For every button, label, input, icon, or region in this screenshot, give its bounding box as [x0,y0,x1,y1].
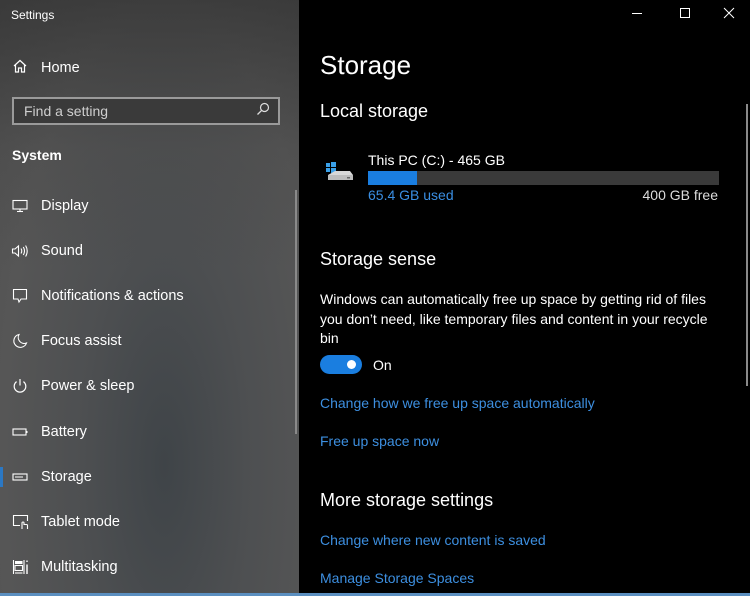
search-input[interactable] [24,103,244,119]
sidebar-item-tablet-mode[interactable]: Tablet mode [0,499,290,544]
sidebar-item-sound[interactable]: Sound [0,228,290,273]
home-label: Home [41,60,80,76]
tablet-mode-icon [11,514,29,530]
close-button[interactable] [715,4,743,26]
search-icon[interactable] [256,102,270,121]
home-icon [12,58,28,79]
manage-storage-spaces-link[interactable]: Manage Storage Spaces [320,570,474,586]
sidebar-item-label: Power & sleep [41,378,135,395]
toggle-knob [347,360,356,369]
local-storage-heading: Local storage [320,101,429,121]
main-content: Storage Local storage This PC (C:) - 465… [299,0,750,593]
drive-name: This PC (C:) - 465 GB [368,152,505,168]
sidebar-item-label: Battery [41,423,87,440]
sidebar-item-label: Tablet mode [41,513,120,530]
sidebar-item-display[interactable]: Display [0,183,290,228]
notifications-icon [11,288,29,304]
more-storage-settings-heading: More storage settings [320,490,494,510]
drive-icon [324,162,354,189]
sidebar-item-battery[interactable]: Battery [0,409,290,454]
display-icon [11,198,29,214]
power-icon [11,378,29,394]
battery-icon [11,424,29,440]
sidebar-item-notifications[interactable]: Notifications & actions [0,273,290,318]
sidebar-item-label: Notifications & actions [41,287,184,304]
section-label-system: System [12,147,62,163]
sound-icon [11,243,29,259]
sidebar: Settings Home System Display Sound [0,0,299,596]
sidebar-item-label: Display [41,197,89,214]
drive-used-label: 65.4 GB used [368,187,454,203]
sidebar-item-multitasking[interactable]: Multitasking [0,545,290,590]
search-box[interactable] [12,97,280,125]
minimize-button[interactable] [623,4,651,26]
sidebar-item-power-sleep[interactable]: Power & sleep [0,364,290,409]
sidebar-item-label: Multitasking [41,559,118,576]
drive-usage-bar [368,171,719,185]
storage-sense-description: Windows can automatically free up space … [320,291,708,346]
sidebar-nav: Display Sound Notifications & actions Fo… [0,183,290,590]
moon-icon [11,333,29,349]
page-title: Storage [320,50,412,80]
storage-icon [11,469,29,485]
sidebar-item-label: Focus assist [41,333,122,350]
sidebar-item-label: Storage [41,468,92,485]
toggle-state-label: On [373,356,392,373]
drive-free-label: 400 GB free [642,187,719,203]
sidebar-item-storage[interactable]: Storage [0,454,290,499]
change-where-content-saved-link[interactable]: Change where new content is saved [320,532,546,548]
maximize-icon [679,6,691,24]
home-link[interactable]: Home [12,58,80,78]
app-title: Settings [11,8,55,22]
close-icon [723,6,735,24]
sidebar-scrollbar[interactable] [295,190,297,434]
sidebar-item-focus-assist[interactable]: Focus assist [0,319,290,364]
maximize-button[interactable] [671,4,699,26]
storage-sense-toggle-row: On [320,355,392,374]
storage-sense-toggle[interactable] [320,355,362,374]
storage-sense-heading: Storage sense [320,249,437,269]
minimize-icon [631,6,643,24]
sidebar-item-label: Sound [41,242,83,259]
drive-usage-fill [368,171,418,185]
free-up-space-now-link[interactable]: Free up space now [320,433,439,449]
main-scrollbar[interactable] [746,104,748,386]
change-free-up-space-link[interactable]: Change how we free up space automaticall… [320,395,595,411]
multitasking-icon [11,559,29,575]
